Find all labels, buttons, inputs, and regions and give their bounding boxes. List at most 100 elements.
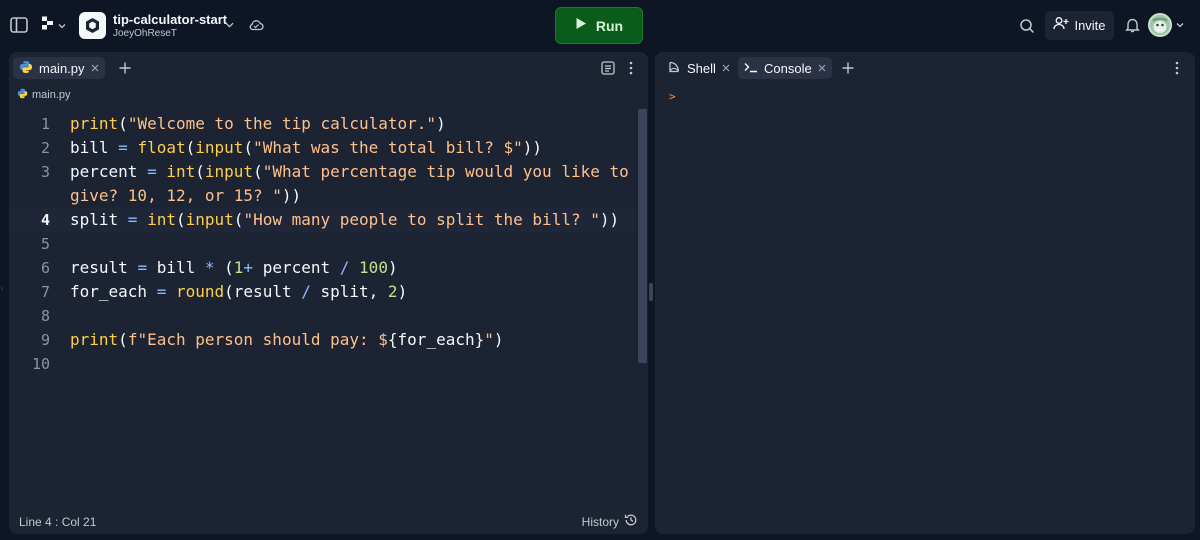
repl-avatar[interactable]	[79, 12, 106, 39]
code-token: {for_each}	[387, 330, 485, 349]
invite-label: Invite	[1074, 18, 1106, 33]
python-icon	[19, 60, 33, 77]
code-token: int	[166, 162, 196, 181]
editor-panel: main.py main.py 1 print("Welcome to the t…	[9, 52, 648, 534]
history-icon	[624, 513, 638, 530]
line-number: 4	[40, 211, 50, 229]
more-options-icon[interactable]	[625, 59, 637, 77]
code-token: )	[387, 258, 398, 277]
code-line[interactable]: 7 for_each = round(result / split, 2)	[9, 280, 636, 304]
panel-resize-handle[interactable]	[649, 283, 653, 301]
code-token: =	[156, 282, 167, 301]
line-number: 10	[31, 355, 50, 373]
code-token: ))	[599, 210, 620, 229]
code-line[interactable]: 9 print(f"Each person should pay: ${for_e…	[9, 328, 636, 352]
code-token: print	[70, 114, 119, 133]
search-icon[interactable]	[1017, 16, 1037, 36]
chevron-down-icon[interactable]	[1174, 19, 1186, 31]
line-number: 3	[40, 163, 50, 181]
code-token: (	[118, 114, 128, 133]
close-icon[interactable]	[818, 64, 826, 72]
code-token: /	[339, 258, 350, 277]
code-editor[interactable]: 1 print("Welcome to the tip calculator.")…	[9, 112, 636, 512]
play-icon	[575, 17, 587, 35]
breadcrumb[interactable]: main.py	[17, 88, 71, 102]
repl-title[interactable]: tip-calculator-start	[113, 12, 227, 27]
user-avatar[interactable]	[1148, 13, 1172, 37]
left-panel-handle[interactable]: ›	[0, 283, 5, 301]
console-tab-bar: Shell Console	[655, 52, 1195, 84]
repl-owner[interactable]: JoeyOhReseT	[113, 28, 177, 39]
tab-main-py[interactable]: main.py	[13, 57, 105, 79]
code-token: print	[70, 330, 119, 349]
tab-shell[interactable]: Shell	[661, 57, 736, 79]
line-number: 1	[40, 115, 50, 133]
code-token: give? 10, 12, or 15? "	[70, 186, 282, 205]
code-token: input	[204, 162, 254, 181]
console-prompt[interactable]: >	[669, 90, 676, 103]
code-token: (result	[224, 282, 302, 301]
tab-console[interactable]: Console	[738, 57, 832, 79]
cloud-sync-icon[interactable]	[246, 16, 266, 34]
code-token: (	[175, 210, 186, 229]
code-token: percent	[70, 162, 148, 181]
code-text: result = bill * (1+ percent / 100)	[70, 256, 398, 280]
code-text: split = int(input("How many people to sp…	[70, 208, 619, 232]
history-button[interactable]: History	[582, 513, 638, 530]
code-token: +	[243, 258, 254, 277]
code-token: for_each	[70, 282, 157, 301]
run-button[interactable]: Run	[555, 7, 643, 44]
code-line[interactable]: 1 print("Welcome to the tip calculator.")	[9, 112, 636, 136]
format-icon[interactable]	[598, 58, 618, 78]
code-text: print("Welcome to the tip calculator.")	[70, 112, 446, 136]
code-line[interactable]: 2 bill = float(input("What was the total …	[9, 136, 636, 160]
code-token: "	[484, 330, 494, 349]
replit-menu-button[interactable]	[36, 13, 70, 37]
code-line[interactable]: 5	[9, 232, 636, 256]
tab-label: Shell	[687, 60, 716, 76]
add-tab-icon[interactable]	[115, 58, 135, 78]
code-token: )	[436, 114, 446, 133]
code-text: print(f"Each person should pay: ${for_ea…	[70, 328, 504, 352]
chevron-down-icon	[58, 16, 66, 34]
code-token: int	[147, 210, 176, 229]
code-token: input	[195, 138, 244, 157]
tab-label: main.py	[39, 60, 85, 76]
close-icon[interactable]	[91, 64, 99, 72]
code-token: ))	[522, 138, 543, 157]
code-token: (	[185, 138, 196, 157]
code-token: percent	[253, 258, 340, 277]
chevron-down-icon[interactable]	[222, 18, 236, 32]
close-icon[interactable]	[722, 64, 730, 72]
code-line[interactable]: 8	[9, 304, 636, 328]
code-token: ))	[281, 186, 302, 205]
line-number: 8	[40, 307, 50, 325]
code-token: )	[493, 330, 504, 349]
add-tab-icon[interactable]	[838, 58, 858, 78]
code-text: percent = int(input("What percentage tip…	[70, 160, 629, 184]
code-token: =	[127, 210, 138, 229]
code-token: )	[397, 282, 408, 301]
bell-icon[interactable]	[1122, 15, 1142, 35]
code-line[interactable]: 6 result = bill * (1+ percent / 100)	[9, 256, 636, 280]
code-token: 1	[233, 258, 244, 277]
history-label: History	[581, 514, 619, 529]
shell-icon	[667, 60, 681, 77]
invite-button[interactable]: Invite	[1045, 11, 1114, 40]
sidebar-toggle-icon[interactable]	[8, 14, 30, 36]
code-token: "What was the total bill? $"	[253, 138, 523, 157]
editor-scrollbar-thumb[interactable]	[638, 109, 647, 363]
more-options-icon[interactable]	[1171, 59, 1183, 77]
code-line[interactable]: give? 10, 12, or 15? "))	[9, 184, 636, 208]
code-token: (	[195, 162, 205, 181]
code-token: "What percentage tip would you like to	[262, 162, 629, 181]
top-bar: tip-calculator-start JoeyOhReseT Run Inv…	[0, 0, 1200, 52]
code-line[interactable]: 4 split = int(input("How many people to s…	[9, 208, 636, 232]
code-token: (	[243, 138, 254, 157]
code-line[interactable]: 3 percent = int(input("What percentage ti…	[9, 160, 636, 184]
code-token: split,	[310, 282, 388, 301]
code-token: input	[185, 210, 234, 229]
code-line[interactable]: 10	[9, 352, 636, 376]
